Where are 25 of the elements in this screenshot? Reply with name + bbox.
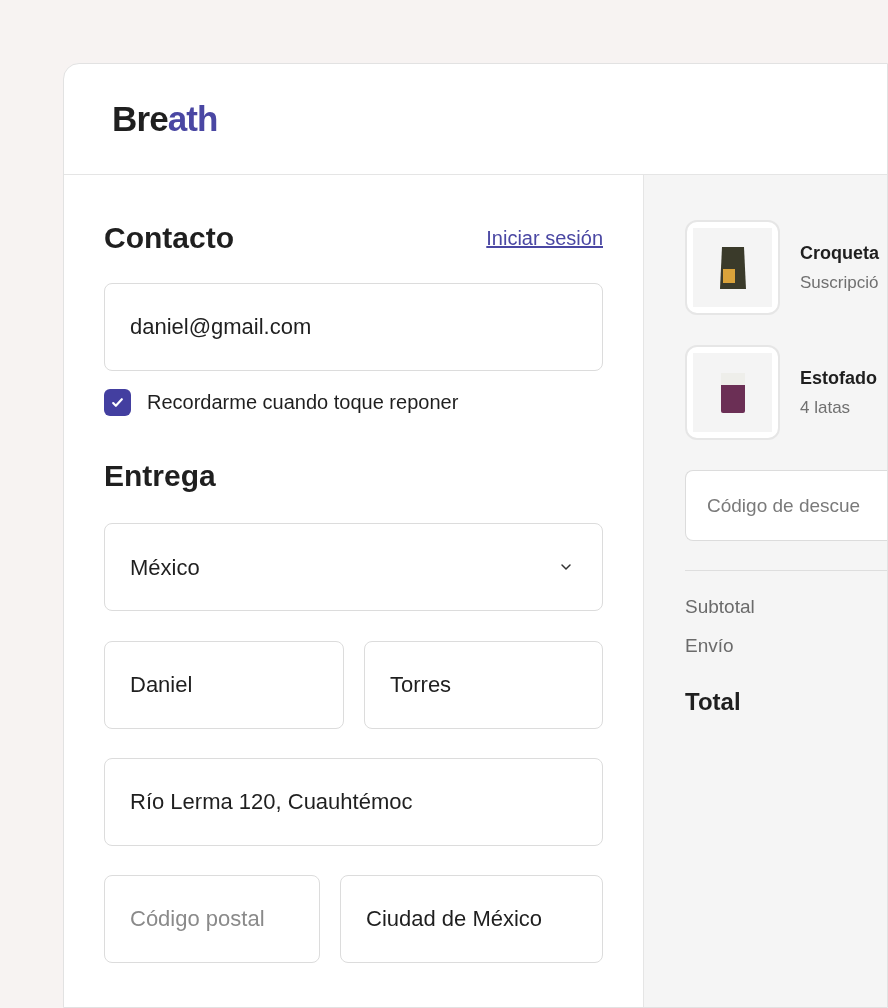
- input-field[interactable]: Daniel: [104, 641, 344, 729]
- product-detail: 4 latas: [800, 396, 852, 419]
- country-select[interactable]: México: [104, 523, 603, 611]
- input-field[interactable]: daniel@gmail.com: [104, 283, 603, 371]
- section-title: Entrega: [104, 461, 217, 491]
- brand-logo: Breath: [112, 97, 218, 140]
- input-field[interactable]: Código postal: [104, 875, 320, 963]
- chevron-down-icon: [560, 563, 572, 571]
- checkbox-label: Recordarme cuando toque reponer: [147, 390, 459, 415]
- discount-code-field[interactable]: Código de descue: [685, 470, 887, 541]
- product-name: Estofado: [800, 366, 877, 390]
- summary-label: Subtotal: [685, 595, 756, 619]
- summary-label: Envío: [685, 633, 735, 658]
- input-field[interactable]: Torres: [364, 641, 603, 729]
- input-field[interactable]: Río Lerma 120, Cuauhtémoc: [104, 758, 603, 846]
- product-detail: Suscripció: [800, 271, 879, 294]
- login-link[interactable]: Iniciar sesión: [486, 223, 603, 253]
- food-bag-icon: [718, 244, 747, 291]
- food-can-icon: [719, 371, 746, 414]
- product-name: Croqueta: [800, 241, 879, 265]
- input-field[interactable]: Ciudad de México: [340, 875, 603, 963]
- check-icon: [111, 395, 124, 409]
- section-title: Contacto: [104, 223, 234, 253]
- checkbox[interactable]: [104, 388, 131, 416]
- total-label: Total: [685, 687, 742, 717]
